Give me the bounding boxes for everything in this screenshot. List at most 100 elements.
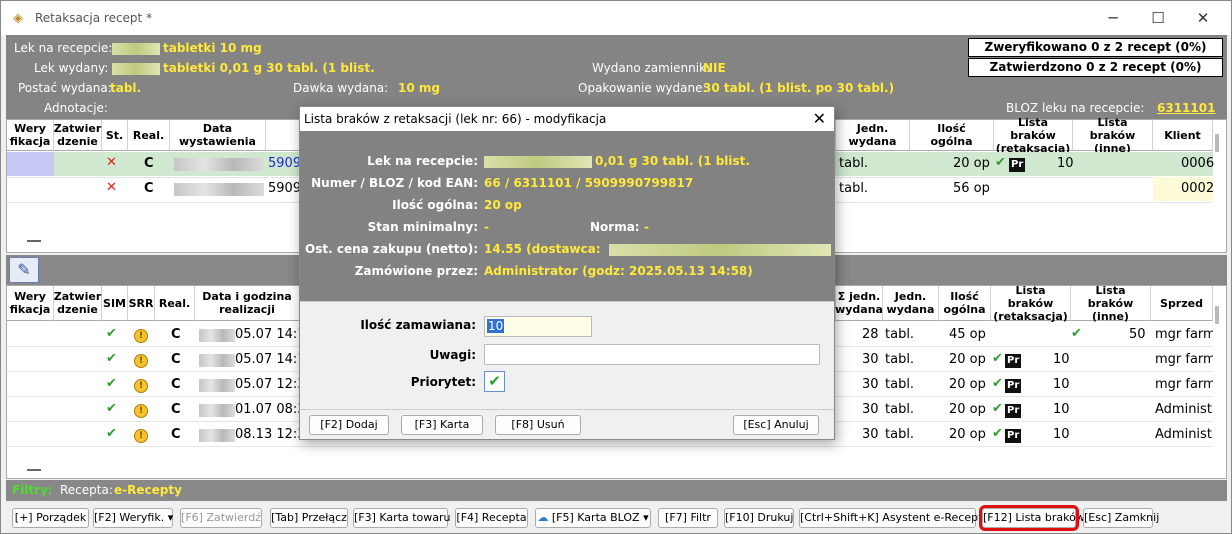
bloz-label: BLOZ leku na recepcie:: [1006, 101, 1145, 115]
sim-check-icon: ✔: [106, 401, 117, 416]
braki-cell: 10: [1053, 427, 1070, 442]
usun-button[interactable]: [F8] Usuń: [495, 415, 581, 435]
lek-na-recepcie-label: Lek na recepcie:: [14, 41, 113, 55]
dialog-form: Ilość zamawiana: 10 Uwagi: Priorytet: ✔: [300, 301, 834, 409]
dialog-buttons: [F2] Dodaj [F3] Karta [F8] Usuń [Esc] An…: [300, 409, 834, 439]
col-weryfikacja[interactable]: Wery fikacja: [7, 120, 54, 151]
przelacz-button[interactable]: [Tab] Przełącz: [270, 508, 348, 528]
scrollbar-thumb[interactable]: [1215, 134, 1219, 152]
col-ilosc-ogolna[interactable]: Ilość ogólna: [910, 120, 994, 151]
col-sprzedawca[interactable]: Sprzed: [1151, 286, 1213, 321]
weryfikacja-button[interactable]: [F2] Weryfik. ▾: [93, 508, 173, 528]
col-klient[interactable]: Klient: [1153, 120, 1213, 151]
date-cell: 05.07 14:13: [235, 352, 299, 367]
redacted-block: [112, 42, 160, 55]
ilosc-zamawiana-input[interactable]: 10: [484, 316, 592, 337]
zamknij-button[interactable]: [Esc] Zamknij: [1083, 508, 1159, 528]
ilosc-cell: 20 op: [949, 377, 986, 392]
braki-cell: 10: [1053, 352, 1070, 367]
edit-notes-icon[interactable]: ✎: [9, 257, 39, 283]
redacted-date: [174, 183, 264, 196]
karta-button[interactable]: [F3] Karta: [401, 415, 483, 435]
anuluj-button[interactable]: [Esc] Anuluj: [733, 415, 819, 435]
app-icon: ◈: [13, 11, 23, 26]
col-lista-brakow-retaksacja[interactable]: Lista braków (retaksacja): [991, 284, 1071, 323]
postac-value: tabl.: [110, 81, 142, 95]
priorytet-checkbox[interactable]: ✔: [484, 371, 505, 392]
filtr-button[interactable]: [F7] Filtr: [658, 508, 718, 528]
dodaj-button[interactable]: [F2] Dodaj: [309, 415, 389, 435]
redacted-block: [608, 243, 831, 256]
jedn-cell: tabl.: [885, 327, 915, 342]
norma-label: Norma:: [590, 220, 640, 234]
redacted-date: [174, 158, 264, 171]
lista-brakow-button[interactable]: [F12] Lista braków: [979, 505, 1085, 531]
col-ilosc-ogolna[interactable]: Ilość ogólna: [939, 286, 991, 321]
col-data-realizacji[interactable]: Data i godzina realizacji: [195, 286, 300, 321]
bloz-link[interactable]: 6311101: [1157, 101, 1215, 115]
ean-cell: 5909: [268, 156, 302, 171]
suma-jedn-cell: 30: [862, 377, 879, 392]
col-weryfikacja[interactable]: Wery fikacja: [7, 286, 54, 321]
suma-jedn-cell: 30: [862, 427, 879, 442]
uwagi-input[interactable]: [484, 344, 820, 365]
date-cell: 08.13 12:32: [235, 427, 299, 442]
close-button[interactable]: ✕: [1181, 5, 1225, 31]
col-lista-brakow-retaksacja[interactable]: Lista braków (retaksacja): [994, 116, 1073, 155]
redacted-date: [199, 404, 235, 417]
dawka-value: 10 mg: [398, 81, 440, 95]
col-jedn-wydana[interactable]: Jedn. wydana: [836, 120, 910, 151]
redacted-date: [199, 429, 235, 442]
drukuj-button[interactable]: [F10] Drukuj: [724, 508, 794, 528]
check-icon: ✔: [992, 376, 1003, 391]
col-status[interactable]: St.: [102, 120, 128, 151]
jedn-cell: tabl.: [839, 181, 869, 196]
col-realizacja[interactable]: Real.: [155, 286, 195, 321]
braki-cell: 10: [1053, 402, 1070, 417]
braki-cell: 10: [1057, 156, 1074, 171]
porzadek-button[interactable]: [+] Porządek: [12, 508, 89, 528]
adnotacje-label: Adnotacje:: [44, 101, 108, 115]
splitter-handle[interactable]: [27, 469, 41, 471]
col-suma-jedn[interactable]: Σ jedn. wydana: [835, 286, 883, 321]
col-lista-brakow-inne[interactable]: Lista braków (inne): [1071, 284, 1151, 323]
cloud-icon: ☁: [537, 511, 549, 524]
status-x-icon: ✕: [106, 155, 117, 170]
col-srr[interactable]: SRR: [128, 286, 155, 321]
jedn-cell: tabl.: [839, 156, 869, 171]
redacted-date: [199, 354, 235, 367]
asystent-erecepty-button[interactable]: [Ctrl+Shift+K] Asystent e-Recepty: [799, 508, 989, 528]
col-zatwierdzenie[interactable]: Zatwier dzenie: [54, 286, 102, 321]
karta-towaru-button[interactable]: [F3] Karta towaru: [353, 508, 451, 528]
klient-cell: 0006: [1181, 156, 1215, 171]
lek-wydany-label: Lek wydany:: [34, 61, 109, 75]
zatwierdz-button[interactable]: [F6] Zatwierdź: [180, 508, 262, 528]
recepta-button[interactable]: [F4] Recepta: [455, 508, 528, 528]
status-x-icon: ✕: [106, 180, 117, 195]
col-sim[interactable]: SIM: [102, 286, 128, 321]
real-cell: C: [171, 427, 181, 442]
real-cell: C: [171, 402, 181, 417]
col-zatwierdzenie[interactable]: Zatwier dzenie: [54, 120, 102, 151]
col-realizacja[interactable]: Real.: [128, 120, 170, 151]
scrollbar-thumb[interactable]: [1215, 306, 1219, 324]
check-icon: ✔: [992, 426, 1003, 441]
karta-bloz-button[interactable]: ☁ [F5] Karta BLOZ ▾: [535, 508, 651, 528]
srr-coin-icon: !: [134, 377, 148, 393]
col-data-wystawienia[interactable]: Data wystawienia: [170, 120, 266, 151]
col-lista-brakow-inne[interactable]: Lista braków (inne): [1073, 116, 1153, 155]
ilosc-cell: 20 op: [949, 427, 986, 442]
date-cell: 05.07 14:15: [235, 327, 299, 342]
sim-check-icon: ✔: [106, 326, 117, 341]
maximize-button[interactable]: ☐: [1136, 5, 1180, 31]
jedn-cell: tabl.: [885, 352, 915, 367]
stan-minimalny-value: -: [484, 220, 489, 234]
splitter-handle[interactable]: [27, 240, 41, 242]
col-jedn-wydana[interactable]: Jedn. wydana: [883, 286, 939, 321]
filters-label: Filtry:: [12, 483, 53, 497]
dialog-close-icon[interactable]: ✕: [813, 109, 826, 128]
sprzedawca-cell: Administ: [1155, 427, 1212, 442]
title-bar: ◈ Retaksacja recept * ─ ☐ ✕: [1, 1, 1231, 35]
minimize-button[interactable]: ─: [1091, 5, 1135, 31]
priorytet-label: Priorytet:: [410, 375, 476, 389]
